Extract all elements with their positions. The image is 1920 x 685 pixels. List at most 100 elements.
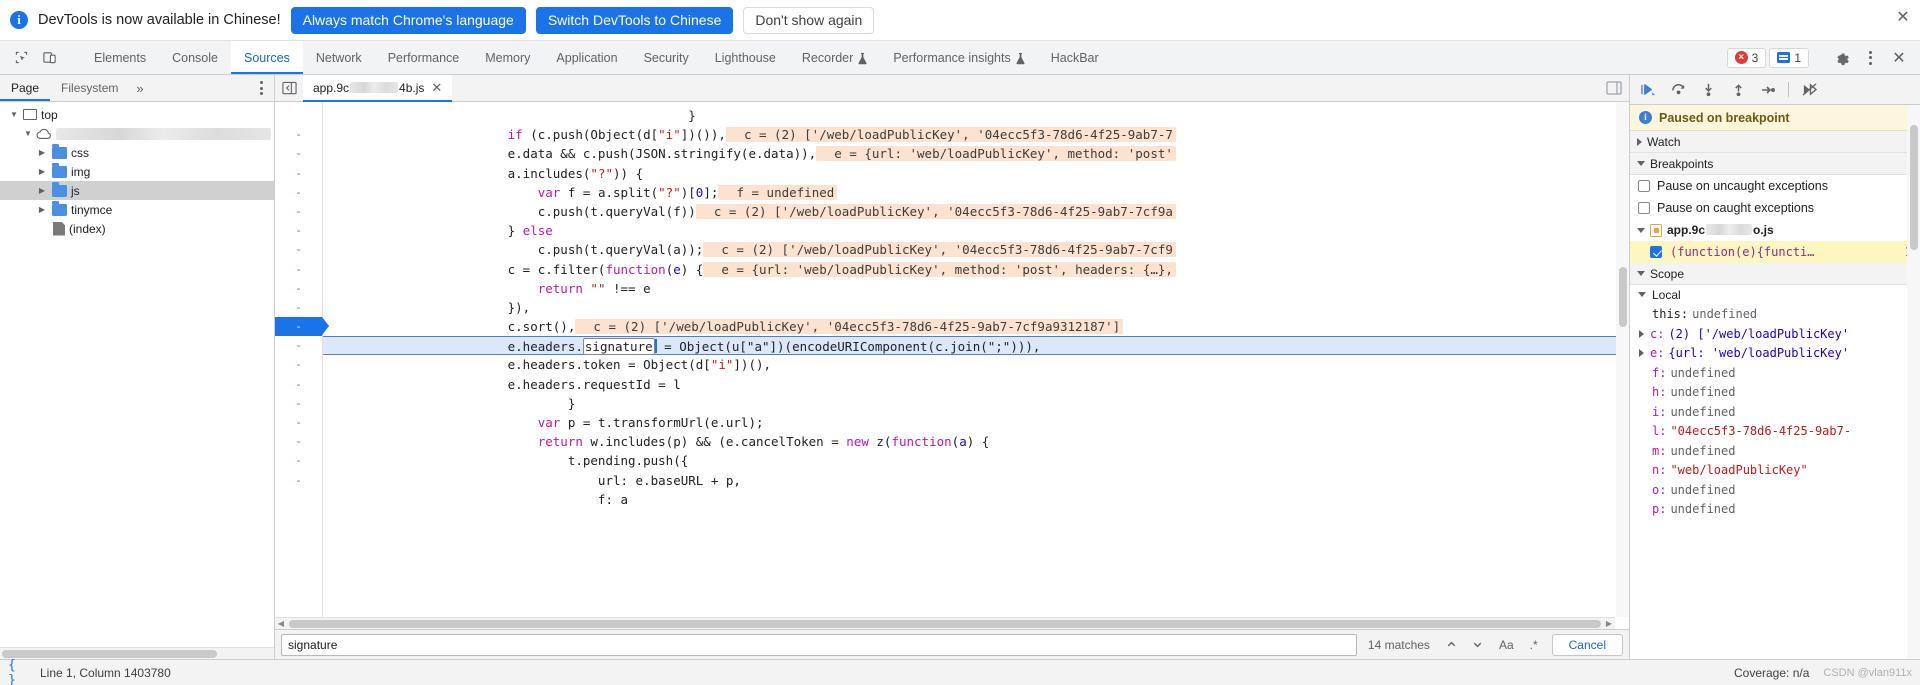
scope-variable-row[interactable]: p: undefined xyxy=(1630,500,1920,520)
code-line-active[interactable]: e.headers. signature = Object(u["a"])(enc… xyxy=(323,336,1629,356)
close-icon[interactable]: ✕ xyxy=(1894,8,1912,26)
gutter-line[interactable]: - xyxy=(275,432,322,451)
match-case-toggle[interactable]: Aa xyxy=(1493,634,1520,656)
search-input[interactable] xyxy=(281,633,1357,656)
chevron-right-icon[interactable]: ▶ xyxy=(1603,619,1615,628)
code-line[interactable]: c.push(t.queryVal(f)) c = (2) ['/web/loa… xyxy=(323,202,1629,221)
code-line[interactable]: var p = t.transformUrl(e.url); xyxy=(323,413,1629,432)
tree-node-origin[interactable]: ▼ xyxy=(0,124,274,143)
cursor-inspect-icon[interactable] xyxy=(8,45,34,71)
scope-variable-row[interactable]: i: undefined xyxy=(1630,402,1920,422)
code-line[interactable]: url: e.baseURL + p, xyxy=(323,471,1629,490)
scrollbar-thumb[interactable] xyxy=(1909,125,1918,250)
code-line[interactable]: c = c.filter(function(e) { e = {url: 'we… xyxy=(323,260,1629,279)
step-icon[interactable] xyxy=(1756,78,1780,102)
gutter-line[interactable]: - xyxy=(275,240,322,259)
close-icon[interactable]: ✕ xyxy=(1886,45,1912,71)
code-line[interactable]: f: a xyxy=(323,490,1629,509)
tab-network[interactable]: Network xyxy=(303,41,375,74)
gutter-line[interactable]: - xyxy=(275,471,322,490)
chevron-right-icon[interactable]: ▶ xyxy=(36,147,48,159)
tab-recorder[interactable]: Recorder xyxy=(789,41,880,74)
tab-application[interactable]: Application xyxy=(543,41,630,74)
pause-caught-exceptions-row[interactable]: Pause on caught exceptions xyxy=(1630,197,1920,219)
tab-elements[interactable]: Elements xyxy=(81,41,159,74)
code-line[interactable]: } else xyxy=(323,221,1629,240)
gutter-line[interactable]: - xyxy=(275,394,322,413)
switch-devtools-language-button[interactable]: Switch DevTools to Chinese xyxy=(535,6,734,34)
gutter-line[interactable]: - xyxy=(275,202,322,221)
chevron-right-icon[interactable] xyxy=(1639,349,1644,358)
gutter-breakpoint-line[interactable]: - xyxy=(275,317,329,337)
editor-tab-app-js[interactable]: app.9c 4b.js ✕ xyxy=(303,75,453,102)
error-count-badge[interactable]: × 3 xyxy=(1726,47,1767,68)
regex-toggle[interactable]: .* xyxy=(1524,634,1544,656)
code-editor[interactable]: - - - - - - - - - - - - - - - - - - -} … xyxy=(275,102,1629,629)
code-line[interactable]: e.headers.requestId = l xyxy=(323,375,1629,394)
pause-uncaught-checkbox[interactable] xyxy=(1638,180,1650,192)
scrollbar-thumb[interactable] xyxy=(289,619,1601,628)
pretty-print-icon[interactable]: { } xyxy=(8,658,30,685)
editor-gutter[interactable]: - - - - - - - - - - - - - - - - - - - xyxy=(275,102,329,629)
nav-tab-page[interactable]: Page xyxy=(0,75,51,101)
tab-security[interactable]: Security xyxy=(631,41,702,74)
tab-memory[interactable]: Memory xyxy=(472,41,543,74)
scope-section-header[interactable]: Scope xyxy=(1630,263,1920,285)
close-icon[interactable]: ✕ xyxy=(431,80,442,96)
scrollbar-thumb[interactable] xyxy=(1618,267,1627,327)
dont-show-again-button[interactable]: Don't show again xyxy=(743,6,875,34)
breakpoint-file-row[interactable]: app.9c o.js xyxy=(1630,219,1920,241)
code-line[interactable]: } xyxy=(323,394,1629,413)
tab-hackbar[interactable]: HackBar xyxy=(1038,41,1112,74)
chevron-right-icon[interactable]: ▶ xyxy=(36,185,48,197)
breakpoint-entry[interactable]: (function(e){functi… 1 xyxy=(1630,241,1920,263)
chevron-left-icon[interactable]: ◀ xyxy=(275,619,287,628)
code-line[interactable]: if (c.push(Object(d["i"])()), c = (2) ['… xyxy=(323,125,1629,144)
tab-performance[interactable]: Performance xyxy=(375,41,473,74)
kebab-menu-icon[interactable] xyxy=(248,75,274,101)
device-toolbar-icon[interactable] xyxy=(36,45,62,71)
code-line[interactable]: c.push(t.queryVal(a)); c = (2) ['/web/lo… xyxy=(323,240,1629,259)
pause-uncaught-exceptions-row[interactable]: Pause on uncaught exceptions xyxy=(1630,175,1920,197)
gutter-line[interactable]: - xyxy=(275,279,322,298)
code-line[interactable]: }), xyxy=(323,298,1629,317)
step-over-icon[interactable] xyxy=(1666,78,1690,102)
gutter-line[interactable]: - xyxy=(275,355,322,374)
scope-variable-row[interactable]: n: "web/loadPublicKey" xyxy=(1630,461,1920,481)
scope-variable-row[interactable]: f: undefined xyxy=(1630,363,1920,383)
gutter-line[interactable]: - xyxy=(275,125,322,144)
show-debugger-icon[interactable] xyxy=(1599,75,1629,101)
gutter-line[interactable]: - xyxy=(275,183,322,202)
tree-node-tinymce[interactable]: ▶ tinymce xyxy=(0,200,274,219)
editor-vscrollbar[interactable] xyxy=(1616,102,1629,617)
code-line[interactable]: var f = a.split("?")[0]; f = undefined xyxy=(323,183,1629,202)
chevron-down-icon[interactable]: ▼ xyxy=(8,109,20,121)
scope-variable-row[interactable]: m: undefined xyxy=(1630,441,1920,461)
code-line[interactable]: return "" !== e xyxy=(323,279,1629,298)
scope-variable-row[interactable]: h: undefined xyxy=(1630,383,1920,403)
gutter-line[interactable]: - xyxy=(275,221,322,240)
breakpoints-section-header[interactable]: Breakpoints xyxy=(1630,153,1920,175)
gutter-line[interactable]: - xyxy=(275,413,322,432)
tree-node-index[interactable]: (index) xyxy=(0,219,274,238)
code-line[interactable]: t.pending.push({ xyxy=(323,451,1629,470)
tree-node-top[interactable]: ▼ top xyxy=(0,105,274,124)
scope-variable-row[interactable]: c: (2) ['/web/loadPublicKey' xyxy=(1630,324,1920,344)
more-tabs-icon[interactable]: » xyxy=(129,75,150,101)
tab-performance-insights[interactable]: Performance insights xyxy=(880,41,1037,74)
watch-section-header[interactable]: Watch xyxy=(1630,131,1920,153)
always-match-language-button[interactable]: Always match Chrome's language xyxy=(290,6,526,34)
pause-caught-checkbox[interactable] xyxy=(1638,202,1650,214)
scope-local-header[interactable]: Local xyxy=(1630,285,1920,305)
step-into-icon[interactable] xyxy=(1696,78,1720,102)
scope-variable-row[interactable]: o: undefined xyxy=(1630,480,1920,500)
debugger-vscrollbar[interactable] xyxy=(1907,105,1920,659)
deactivate-breakpoints-icon[interactable] xyxy=(1797,78,1821,102)
search-prev-button[interactable] xyxy=(1441,634,1463,656)
editor-hscrollbar[interactable]: ◀ ▶ xyxy=(275,617,1615,629)
navigator-hscrollbar[interactable] xyxy=(0,647,274,659)
resume-script-icon[interactable] xyxy=(1636,78,1660,102)
breakpoint-enabled-checkbox[interactable] xyxy=(1650,246,1662,258)
code-line[interactable]: e.headers.token = Object(d["i"])(), xyxy=(323,355,1629,374)
code-line[interactable]: c.sort(), c = (2) ['/web/loadPublicKey',… xyxy=(323,317,1629,336)
